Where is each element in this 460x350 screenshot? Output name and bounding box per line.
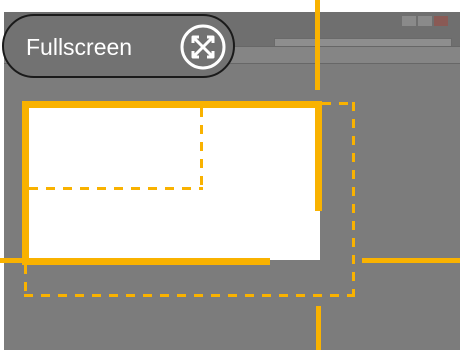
selection-border-left[interactable]	[22, 101, 29, 263]
dashed-guide-outer-bottom	[24, 294, 355, 297]
screen-capture-overlay: Fullscreen	[0, 0, 460, 350]
fullscreen-button[interactable]: Fullscreen	[2, 14, 235, 78]
crosshair-vertical-top	[315, 0, 320, 90]
fullscreen-expand-icon[interactable]	[179, 23, 227, 71]
selection-border-top[interactable]	[22, 101, 322, 108]
dashed-guide-inner-horizontal	[29, 187, 203, 190]
maximize-icon	[418, 16, 432, 26]
dashed-guide-outer-top	[322, 102, 356, 105]
close-icon	[434, 16, 448, 26]
crosshair-vertical-bottom	[316, 306, 321, 350]
selection-border-right[interactable]	[315, 101, 322, 211]
selection-region[interactable]	[28, 107, 320, 260]
crosshair-horizontal-right	[362, 258, 460, 263]
dashed-guide-outer-right	[352, 102, 355, 297]
minimize-icon	[402, 16, 416, 26]
dashed-guide-inner-vertical	[200, 108, 203, 190]
crosshair-horizontal-left	[0, 258, 22, 263]
dashed-guide-outer-left	[24, 265, 27, 297]
selection-border-bottom[interactable]	[22, 258, 270, 265]
fullscreen-label: Fullscreen	[26, 34, 133, 60]
